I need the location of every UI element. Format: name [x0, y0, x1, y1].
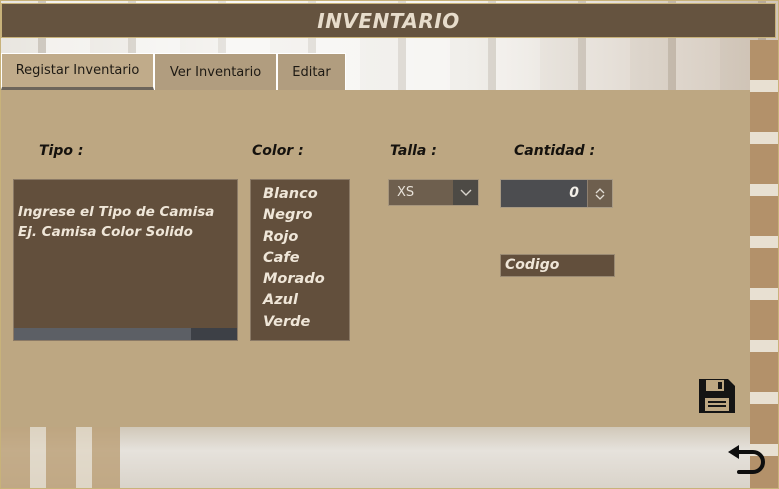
- color-option[interactable]: Cafe: [263, 248, 349, 269]
- scrollbar-thumb[interactable]: [14, 328, 191, 340]
- color-option[interactable]: Rojo: [263, 227, 349, 248]
- color-option[interactable]: Morado: [263, 269, 349, 290]
- back-button[interactable]: [725, 444, 767, 480]
- save-button[interactable]: [697, 377, 737, 415]
- tipo-label: Tipo :: [39, 143, 84, 159]
- tipo-textarea[interactable]: Ingrese el Tipo de Camisa Ej. Camisa Col…: [13, 179, 238, 341]
- color-option[interactable]: Negro: [263, 205, 349, 226]
- color-option[interactable]: Verde: [263, 312, 349, 333]
- cantidad-spinner[interactable]: 0: [500, 179, 613, 208]
- tab-ver-inventario[interactable]: Ver Inventario: [154, 53, 277, 90]
- codigo-field[interactable]: Codigo: [500, 254, 615, 277]
- color-listbox[interactable]: Blanco Negro Rojo Cafe Morado Azul Verde: [250, 179, 350, 341]
- tab-bar: Registar Inventario Ver Inventario Edita…: [1, 53, 346, 90]
- register-panel: Tipo : Color : Talla : Cantidad : Ingres…: [1, 90, 750, 427]
- cantidad-label: Cantidad :: [514, 143, 596, 159]
- talla-dropdown[interactable]: XS: [388, 179, 479, 206]
- spinner-arrows-icon[interactable]: [587, 180, 612, 207]
- tipo-placeholder: Ingrese el Tipo de Camisa Ej. Camisa Col…: [18, 204, 215, 240]
- window-title: INVENTARIO: [317, 8, 460, 33]
- talla-selected-value: XS: [397, 185, 415, 200]
- cantidad-value[interactable]: 0: [501, 180, 587, 207]
- tab-registrar-inventario[interactable]: Registar Inventario: [1, 53, 154, 90]
- background-rack-left: [0, 425, 120, 489]
- color-option[interactable]: Blanco: [263, 184, 349, 205]
- chevron-down-icon[interactable]: [453, 180, 478, 205]
- tab-editar[interactable]: Editar: [277, 53, 346, 90]
- background-rack-right: [750, 40, 779, 489]
- title-bar: INVENTARIO: [1, 3, 776, 38]
- floppy-disk-icon: [699, 379, 735, 413]
- talla-label: Talla :: [390, 143, 437, 159]
- color-label: Color :: [252, 143, 304, 159]
- color-option[interactable]: Azul: [263, 290, 349, 311]
- undo-arrow-icon: [728, 445, 765, 474]
- tipo-horizontal-scrollbar[interactable]: [14, 328, 237, 340]
